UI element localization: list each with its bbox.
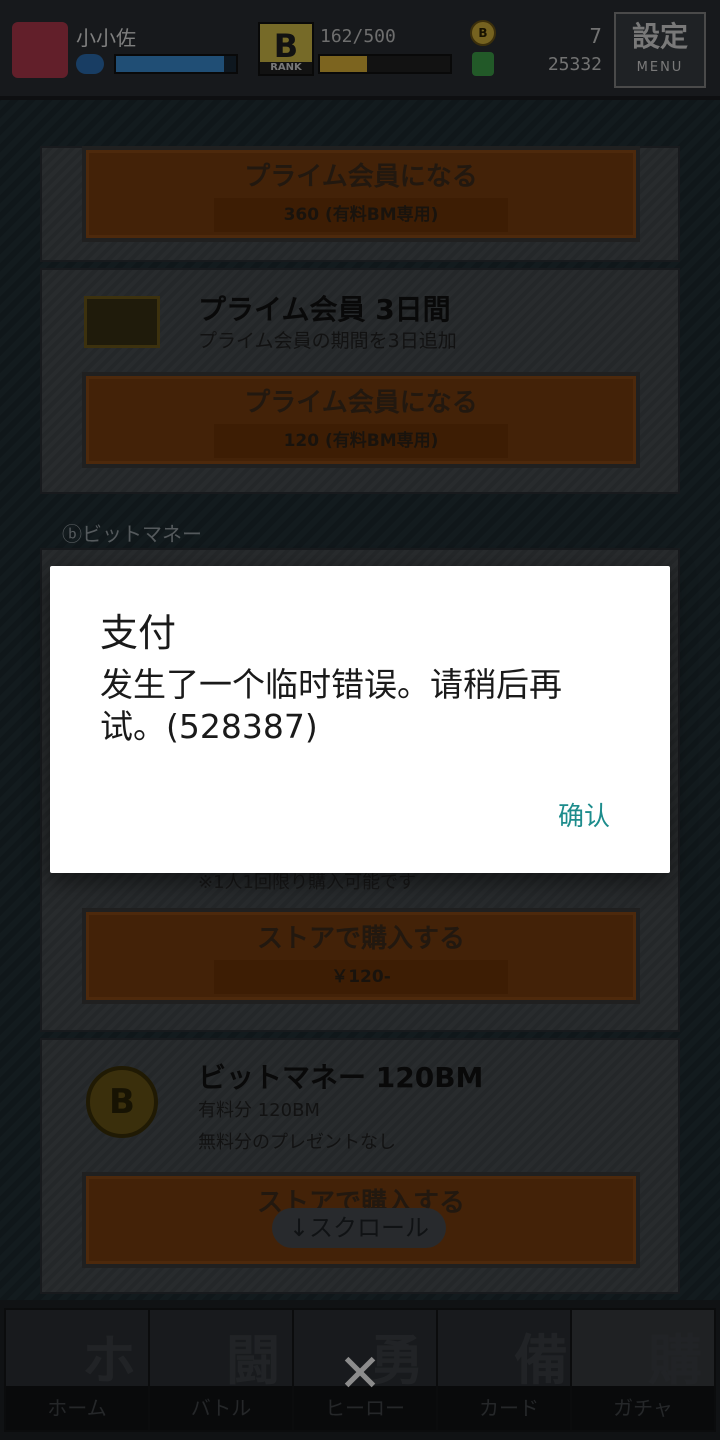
confirm-button[interactable]: 确认 — [558, 796, 610, 833]
payment-error-dialog: 支付 发生了一个临时错误。请稍后再试。(528387) 确认 — [50, 566, 670, 873]
dialog-title: 支付 — [100, 611, 177, 655]
dialog-message: 发生了一个临时错误。请稍后再试。(528387) — [100, 665, 562, 746]
